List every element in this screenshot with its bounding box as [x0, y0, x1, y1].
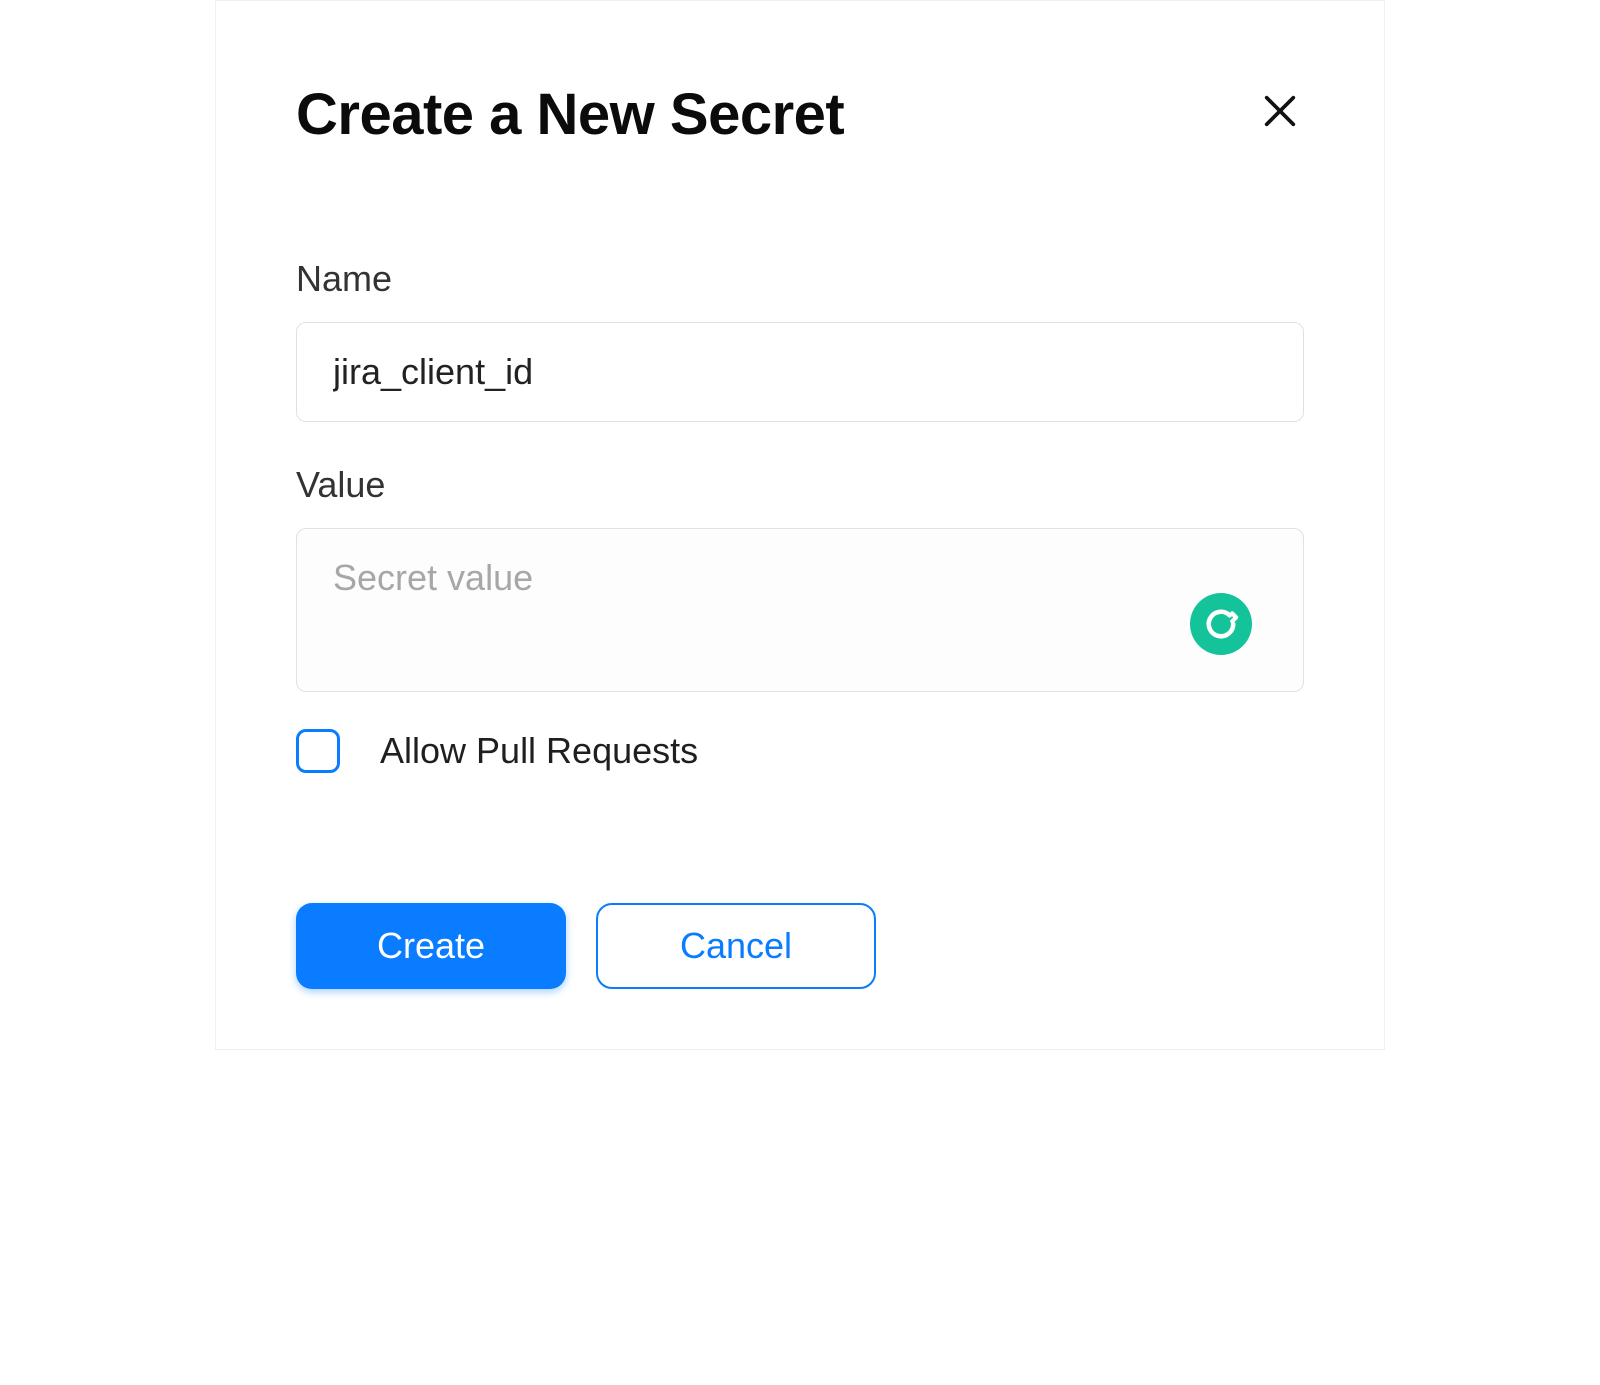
name-label: Name: [296, 258, 1304, 300]
value-label: Value: [296, 464, 1304, 506]
dialog-header: Create a New Secret: [296, 81, 1304, 148]
grammarly-icon[interactable]: [1190, 593, 1252, 655]
allow-pr-label: Allow Pull Requests: [380, 730, 698, 772]
value-input[interactable]: [296, 528, 1304, 692]
name-field-block: Name: [296, 258, 1304, 422]
close-button[interactable]: [1256, 87, 1304, 135]
allow-pr-row: Allow Pull Requests: [296, 729, 1304, 773]
value-field-block: Value: [296, 464, 1304, 697]
name-input[interactable]: [296, 322, 1304, 422]
allow-pr-checkbox[interactable]: [296, 729, 340, 773]
value-input-wrap: [296, 528, 1304, 697]
dialog-actions: Create Cancel: [296, 903, 1304, 989]
dialog-title: Create a New Secret: [296, 81, 844, 148]
create-button[interactable]: Create: [296, 903, 566, 989]
close-icon: [1260, 91, 1300, 131]
cancel-button[interactable]: Cancel: [596, 903, 876, 989]
create-secret-dialog: Create a New Secret Name Value: [215, 0, 1385, 1050]
